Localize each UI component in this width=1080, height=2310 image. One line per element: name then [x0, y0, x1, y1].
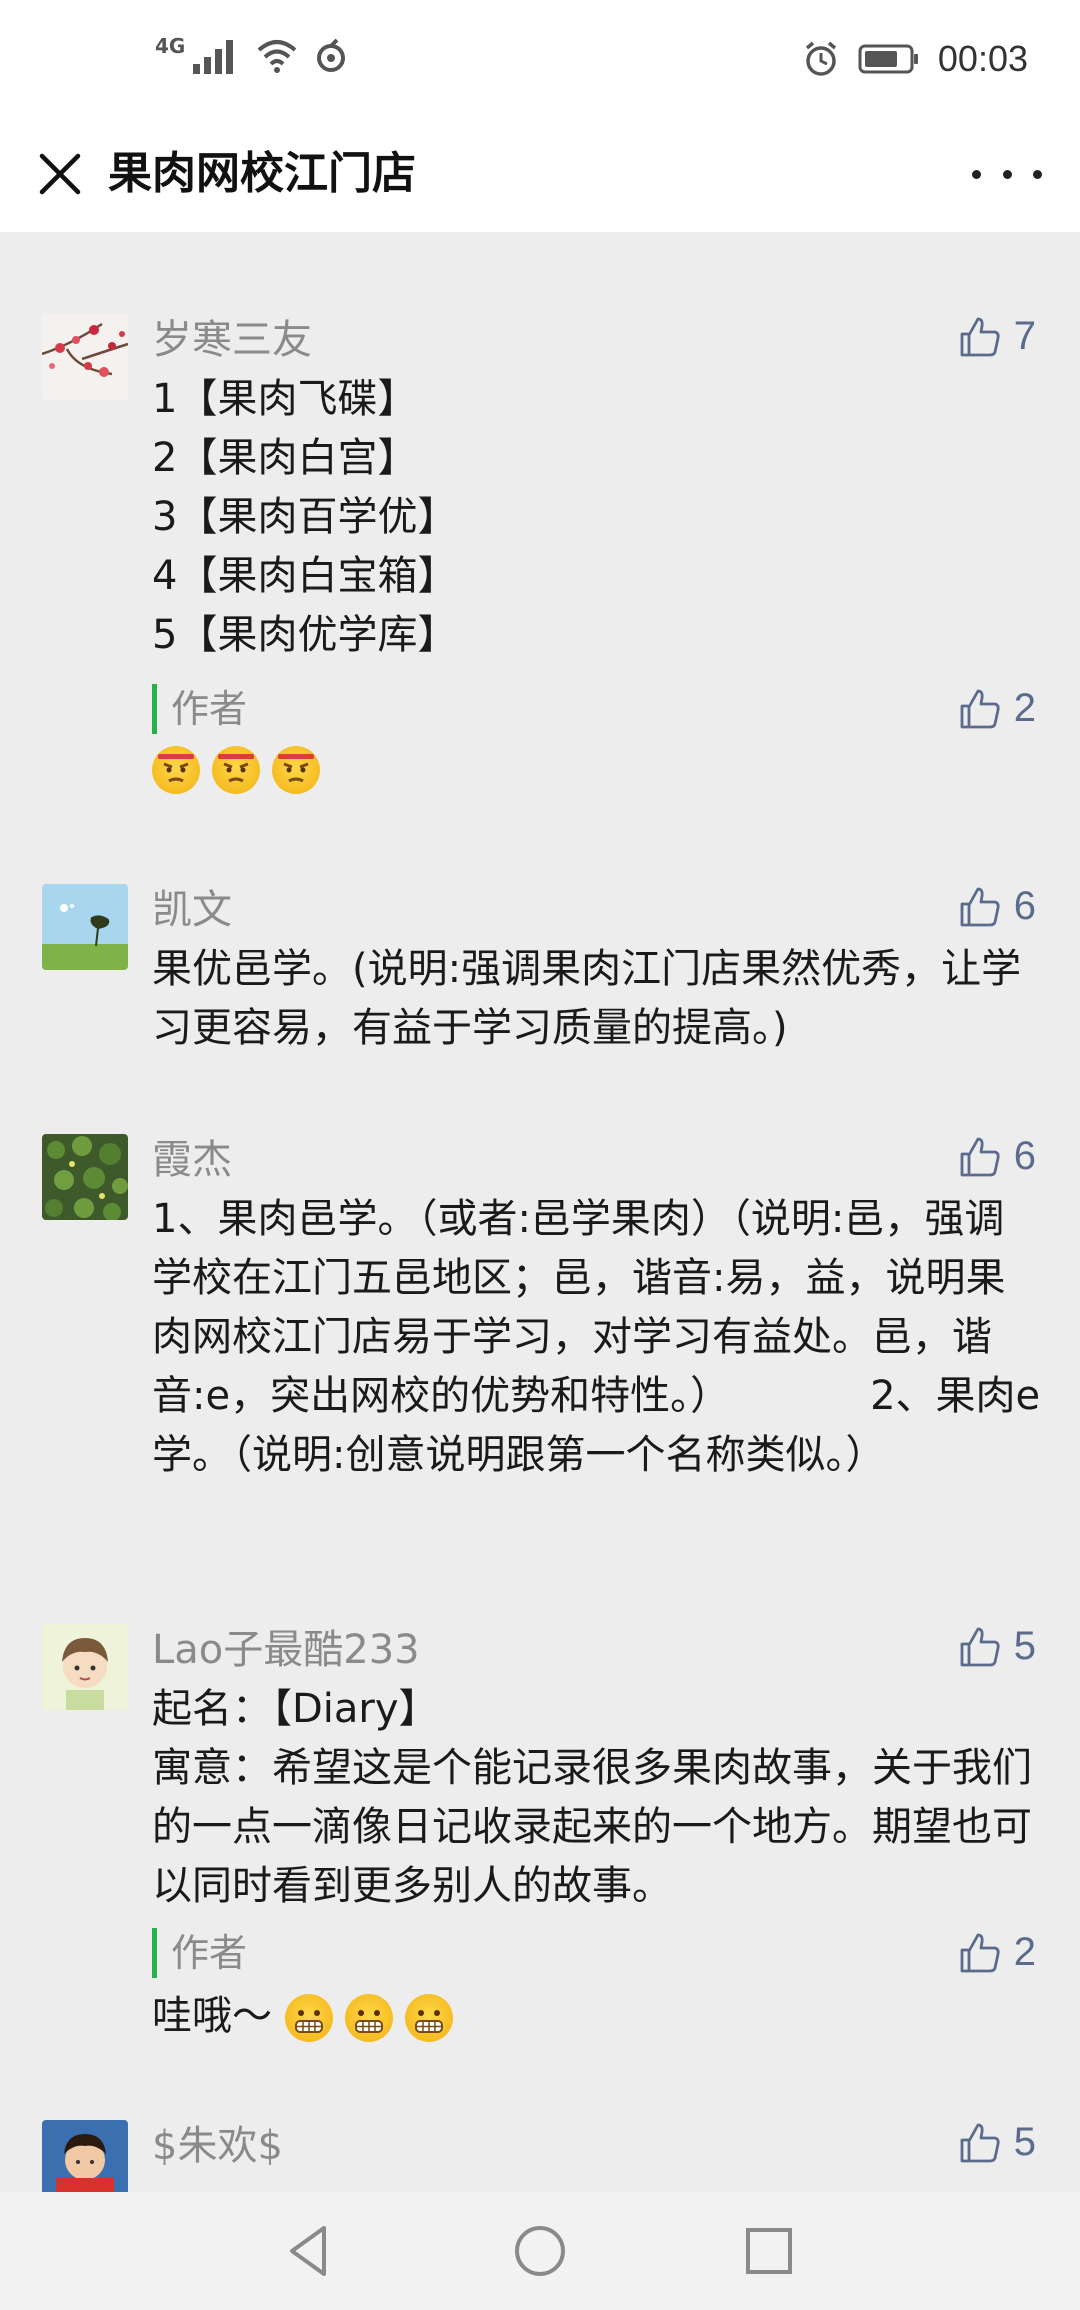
battery-icon — [858, 44, 918, 74]
top-bar: 果肉网校江门店 — [0, 120, 1080, 232]
reply-emoji-row — [152, 746, 332, 794]
like-button[interactable]: 5 — [958, 2120, 1036, 2165]
comment-list[interactable]: 岁寒三友 7 1【果肉飞碟】 2【果肉白宫】 3【果肉百学优】 4【果肉白宝箱】… — [0, 232, 1080, 2192]
comment-author[interactable]: 凯文 — [152, 884, 232, 936]
author-reply-label: 作者 — [152, 1928, 247, 1978]
like-button[interactable]: 5 — [958, 1624, 1036, 1669]
reply-like-count: 2 — [1013, 686, 1036, 730]
angry-face-emoji-icon — [152, 746, 200, 794]
child-photo-avatar — [42, 2120, 128, 2192]
thumbs-up-icon — [960, 1137, 1000, 1176]
reply-like-button[interactable]: 2 — [958, 686, 1036, 731]
comment-text: 起名：【Diary】 寓意：希望这是个能记录很多果肉故事，关于我们的一点一滴像日… — [152, 1686, 1032, 1909]
thumbs-up-icon — [960, 317, 1000, 356]
comment-author[interactable]: 岁寒三友 — [152, 314, 312, 366]
landscape-avatar — [42, 884, 128, 970]
author-reply-label: 作者 — [152, 684, 247, 734]
more-button[interactable] — [972, 144, 1042, 204]
status-bar: 4G 00:03 — [0, 0, 1080, 120]
wifi-icon — [258, 40, 297, 73]
grimace-emoji-icon — [344, 1994, 393, 2042]
angry-face-emoji-icon — [212, 746, 260, 794]
back-triangle-icon — [290, 2226, 326, 2276]
like-count: 5 — [1013, 2120, 1036, 2164]
more-icon — [972, 169, 981, 179]
home-button[interactable] — [507, 2218, 573, 2284]
comment-text: 果优邑学。(说明:强调果肉江门店果然优秀，让学习更容易，有益于学习质量的提高。) — [152, 946, 1022, 1051]
like-button[interactable]: 6 — [958, 1134, 1036, 1179]
like-count: 5 — [1013, 1624, 1036, 1668]
alarm-icon — [805, 41, 837, 76]
reply-like-button[interactable]: 2 — [958, 1930, 1036, 1975]
comment-text: 1、果肉邑学。（或者:邑学果肉）（说明:邑，强调学校在江门五邑地区；邑，谐音:易… — [152, 1196, 1041, 1478]
reply-text: 哇哦～ — [152, 1993, 272, 2039]
more-icon-dot — [1002, 169, 1012, 179]
system-nav-bar — [0, 2192, 1080, 2310]
comment-author[interactable]: $朱欢$ — [152, 2120, 283, 2172]
thumbs-up-icon — [960, 1627, 1000, 1666]
network-type: 4G — [155, 34, 186, 58]
reply-content: 哇哦～ — [152, 1988, 465, 2044]
close-button[interactable] — [30, 144, 90, 204]
comment-text: 1【果肉飞碟】 2【果肉白宫】 3【果肉百学优】 4【果肉白宝箱】 5【果肉优学… — [152, 376, 458, 658]
like-button[interactable]: 7 — [958, 314, 1036, 359]
plum-blossom-avatar — [42, 314, 128, 400]
home-circle-icon — [515, 2226, 565, 2276]
grimace-emoji-icon — [404, 1994, 453, 2042]
avatar[interactable] — [42, 1134, 128, 1220]
reply-like-count: 2 — [1013, 1930, 1036, 1974]
thumbs-up-icon — [960, 2123, 1000, 2162]
like-count: 6 — [1013, 884, 1036, 928]
page-title: 果肉网校江门店 — [108, 148, 416, 199]
status-left: 4G — [155, 34, 349, 74]
avatar[interactable] — [42, 1624, 128, 1710]
close-icon — [39, 153, 81, 195]
avatar[interactable] — [42, 884, 128, 970]
status-right: 00:03 — [802, 38, 1028, 80]
more-icon-dot — [1033, 169, 1042, 179]
avatar[interactable] — [42, 314, 128, 400]
comment-author[interactable]: 霞杰 — [152, 1134, 232, 1186]
grimace-emoji-icon — [284, 1994, 333, 2042]
avatar[interactable] — [42, 2120, 128, 2192]
cartoon-avatar — [42, 1624, 128, 1710]
comment-author[interactable]: Lao子最酷233 — [152, 1624, 420, 1676]
angry-face-emoji-icon — [272, 746, 320, 794]
like-button[interactable]: 6 — [958, 884, 1036, 929]
clock: 00:03 — [937, 38, 1028, 79]
like-count: 6 — [1013, 1134, 1036, 1178]
signal-icon — [193, 40, 234, 74]
recents-square-icon — [746, 2228, 792, 2274]
recents-button[interactable] — [736, 2218, 802, 2284]
like-count: 7 — [1013, 314, 1036, 358]
hotspot-icon — [317, 38, 346, 72]
back-button[interactable] — [276, 2218, 342, 2284]
leaves-avatar — [42, 1134, 128, 1220]
thumbs-up-icon — [960, 689, 1000, 728]
thumbs-up-icon — [960, 887, 1000, 926]
thumbs-up-icon — [960, 1933, 1000, 1972]
